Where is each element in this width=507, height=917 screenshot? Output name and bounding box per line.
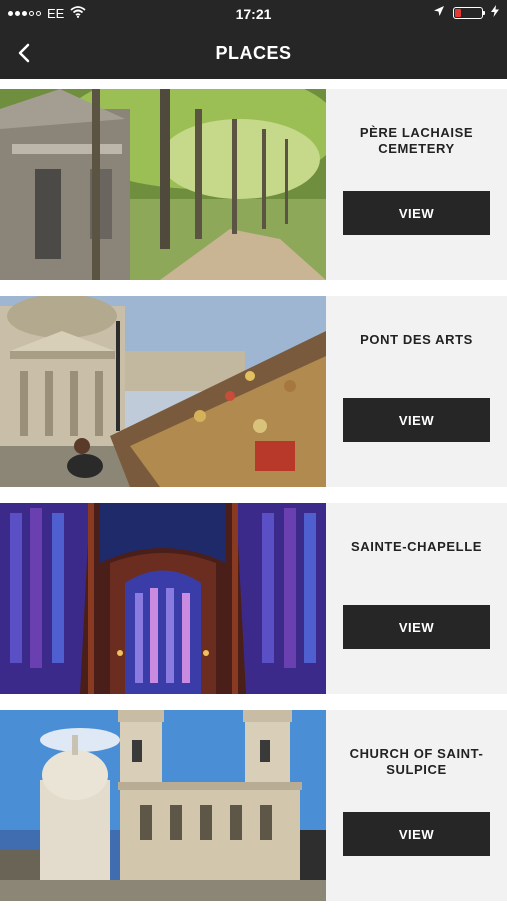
place-info: PÈRE LACHAISE CEMETERY VIEW: [326, 89, 507, 280]
place-info: PONT DES ARTS VIEW: [326, 296, 507, 487]
location-arrow-icon: [433, 5, 445, 20]
view-button[interactable]: VIEW: [343, 191, 490, 235]
place-card: PÈRE LACHAISE CEMETERY VIEW: [0, 89, 507, 280]
page-title: PLACES: [215, 43, 292, 63]
view-button[interactable]: VIEW: [343, 812, 490, 856]
place-name: PÈRE LACHAISE CEMETERY: [359, 125, 474, 156]
place-info: CHURCH OF SAINT-SULPICE VIEW: [326, 710, 507, 901]
view-button[interactable]: VIEW: [343, 398, 490, 442]
view-button[interactable]: VIEW: [343, 605, 490, 649]
place-image-pont-des-arts[interactable]: [0, 296, 326, 487]
place-image-pere-lachaise[interactable]: [0, 89, 326, 280]
place-image-sainte-chapelle[interactable]: [0, 503, 326, 694]
place-name: CHURCH OF SAINT-SULPICE: [349, 746, 484, 777]
header-bar: PLACES: [0, 27, 507, 79]
status-time: 17:21: [235, 6, 272, 22]
place-card: CHURCH OF SAINT-SULPICE VIEW: [0, 710, 507, 901]
places-list: PÈRE LACHAISE CEMETERY VIEW PONT DES ART…: [0, 89, 507, 917]
place-name: PONT DES ARTS: [360, 332, 473, 347]
place-card: PONT DES ARTS VIEW: [0, 296, 507, 487]
place-name: SAINTE-CHAPELLE: [350, 539, 483, 554]
charging-bolt-icon: [491, 5, 499, 20]
status-right: [433, 5, 499, 20]
place-image-saint-sulpice[interactable]: [0, 710, 326, 901]
place-card: SAINTE-CHAPELLE VIEW: [0, 503, 507, 694]
status-bar: EE 17:21: [0, 0, 507, 27]
place-info: SAINTE-CHAPELLE VIEW: [326, 503, 507, 694]
battery-low-icon: [453, 6, 485, 19]
